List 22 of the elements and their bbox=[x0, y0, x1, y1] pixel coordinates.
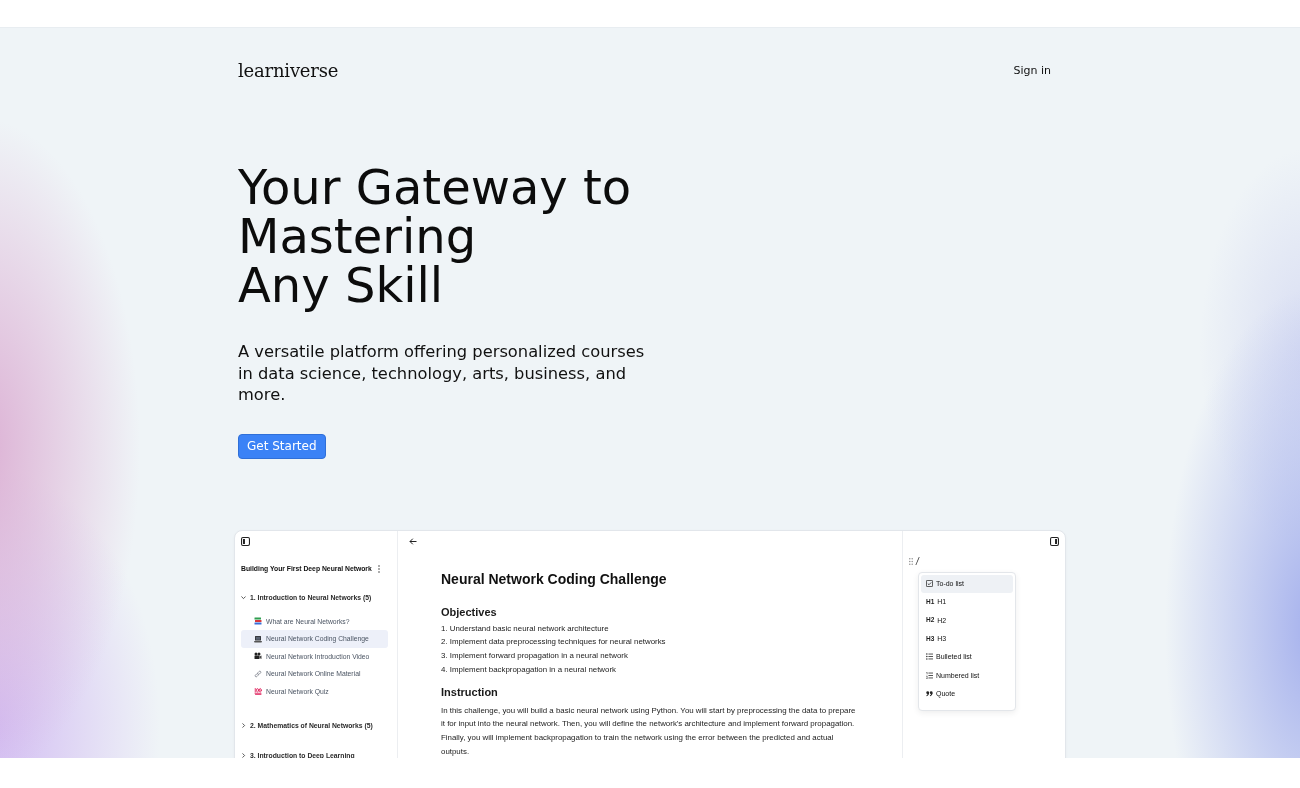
checkbox-icon bbox=[926, 580, 933, 588]
sign-in-link[interactable]: Sign in bbox=[1013, 64, 1051, 78]
sidebar-toggle-icon[interactable] bbox=[241, 536, 250, 546]
back-arrow-icon[interactable] bbox=[409, 538, 417, 545]
section-heading: Objectives bbox=[441, 604, 497, 619]
sidebar-toggle-icon[interactable] bbox=[1050, 536, 1059, 546]
section-heading: Instruction bbox=[441, 685, 498, 700]
video-camera-icon bbox=[254, 652, 262, 661]
numbered-list-icon bbox=[926, 671, 933, 679]
books-icon bbox=[254, 617, 262, 626]
bulleted-list-icon bbox=[926, 653, 933, 661]
link-icon bbox=[254, 669, 262, 678]
hero-subtitle: A versatile platform offering personalized courses in data science, technology, arts, business, and more. bbox=[238, 341, 646, 406]
hero-title: Your Gateway to Mastering Any Skill bbox=[238, 163, 632, 310]
logo[interactable]: learniverse bbox=[238, 59, 339, 83]
quote-icon bbox=[926, 689, 933, 697]
slash-command-text: / bbox=[916, 556, 919, 567]
get-started-button[interactable]: Get Started bbox=[238, 433, 326, 459]
hundred-points-icon bbox=[254, 687, 262, 696]
document-title: Neural Network Coding Challenge bbox=[441, 569, 667, 588]
drag-handle-icon[interactable] bbox=[909, 558, 913, 565]
laptop-icon bbox=[254, 634, 262, 643]
